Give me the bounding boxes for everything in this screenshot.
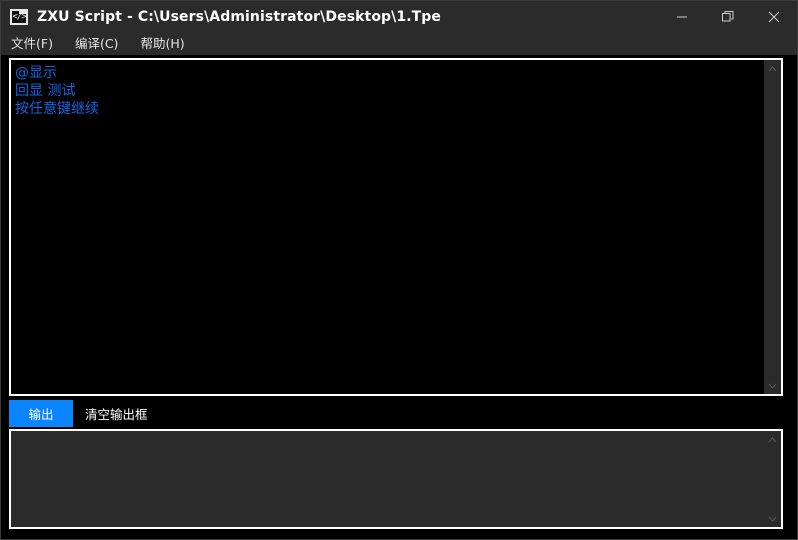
code-editor-text[interactable]: @显示 回显 测试 按任意键继续 — [11, 60, 764, 394]
script-window-icon: </> — [9, 7, 29, 27]
window-title: ZXU Script - C:\Users\Administrator\Desk… — [37, 9, 442, 25]
editor-scroll-track[interactable] — [764, 77, 781, 377]
application-window: </> ZXU Script - C:\Users\Administrator\… — [0, 0, 798, 540]
minimize-icon[interactable] — [659, 1, 705, 33]
restore-icon[interactable] — [705, 1, 751, 33]
code-editor[interactable]: @显示 回显 测试 按任意键继续 — [9, 58, 783, 396]
output-toolbar: 输出 清空输出框 — [9, 400, 783, 427]
menu-file[interactable]: 文件(F) — [9, 34, 62, 54]
scroll-up-icon[interactable] — [764, 431, 781, 448]
window-controls — [659, 1, 797, 33]
scroll-down-icon[interactable] — [764, 510, 781, 527]
menu-compile[interactable]: 编译(C) — [73, 34, 127, 54]
scroll-up-icon[interactable] — [764, 60, 781, 77]
menu-help[interactable]: 帮助(H) — [138, 34, 193, 54]
code-line: @显示 — [15, 65, 57, 81]
icon-code-glyph: </> — [12, 12, 26, 22]
client-area: @显示 回显 测试 按任意键继续 输出 清空输出框 — [1, 55, 797, 539]
code-line: 回显 测试 — [15, 83, 76, 99]
output-scroll-track[interactable] — [764, 448, 781, 510]
title-bar[interactable]: </> ZXU Script - C:\Users\Administrator\… — [1, 1, 797, 33]
close-icon[interactable] — [751, 1, 797, 33]
clear-output-button[interactable]: 清空输出框 — [73, 400, 158, 427]
scroll-down-icon[interactable] — [764, 377, 781, 394]
menu-bar: 文件(F) 编译(C) 帮助(H) — [1, 33, 797, 55]
code-line: 按任意键继续 — [15, 101, 99, 117]
tab-output[interactable]: 输出 — [9, 400, 73, 427]
output-panel-text[interactable] — [11, 431, 764, 527]
editor-vertical-scrollbar[interactable] — [764, 60, 781, 394]
output-vertical-scrollbar[interactable] — [764, 431, 781, 527]
output-panel[interactable] — [9, 429, 783, 529]
